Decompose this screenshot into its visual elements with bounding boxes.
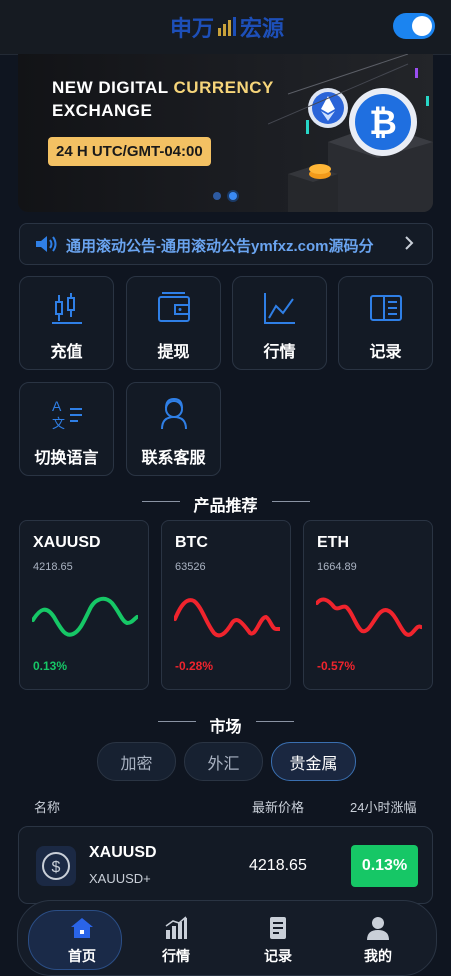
- products-section-title: 产品推荐: [193, 498, 258, 515]
- product-symbol: BTC: [175, 534, 208, 551]
- row-subsymbol: XAUUSD+: [89, 871, 151, 886]
- product-change: 0.13%: [33, 659, 68, 673]
- action-deposit[interactable]: 充值: [19, 276, 114, 370]
- banner-title-highlight: CURRENCY: [173, 78, 274, 97]
- home-icon: [71, 918, 93, 938]
- divider-line: [256, 721, 294, 722]
- product-price: 1664.89: [317, 561, 357, 573]
- market-row-xauusd[interactable]: $ XAUUSD XAUUSD+ 4218.65 0.13%: [18, 826, 433, 904]
- divider-line: [272, 501, 310, 502]
- tab-label: 记录: [264, 948, 292, 964]
- action-customer-service[interactable]: 联系客服: [126, 382, 221, 476]
- action-label: 记录: [369, 344, 402, 361]
- theme-toggle[interactable]: [393, 13, 435, 39]
- svg-text:A: A: [52, 398, 62, 414]
- market-tab-forex[interactable]: 外汇: [184, 742, 263, 781]
- chevron-right-icon: [405, 236, 414, 250]
- record-book-icon: [370, 295, 402, 321]
- row-price: 4218.65: [249, 857, 307, 874]
- product-sparkline: [174, 598, 280, 638]
- speaker-icon: [36, 236, 57, 252]
- document-icon: [270, 917, 286, 939]
- banner-title-line2: EXCHANGE: [52, 101, 153, 120]
- banner-timezone-badge: 24 H UTC/GMT-04:00: [48, 137, 211, 166]
- product-card-eth[interactable]: ETH 1664.89 -0.57%: [303, 520, 433, 690]
- action-withdraw[interactable]: 提现: [126, 276, 221, 370]
- product-card-xauusd[interactable]: XAUUSD 4218.65 0.13%: [19, 520, 149, 690]
- dollar-coin-icon: $: [36, 846, 76, 886]
- tab-label: 我的: [364, 948, 392, 964]
- announcement-bar[interactable]: 通用滚动公告-通用滚动公告ymfxz.com源码分: [19, 223, 433, 265]
- product-price: 4218.65: [33, 561, 73, 573]
- tab-market[interactable]: 行情: [130, 901, 222, 971]
- column-header-change: 24小时涨幅: [350, 800, 417, 815]
- product-symbol: ETH: [317, 534, 349, 551]
- action-switch-language[interactable]: A 文 切换语言: [19, 382, 114, 476]
- action-records[interactable]: 记录: [338, 276, 433, 370]
- svg-text:文: 文: [52, 417, 65, 431]
- row-symbol: XAUUSD: [89, 844, 157, 861]
- market-tab-precious-metals[interactable]: 贵金属: [271, 742, 356, 781]
- tab-home[interactable]: 首页: [28, 901, 128, 971]
- tab-label: 行情: [162, 948, 190, 964]
- action-label: 充值: [50, 344, 83, 361]
- market-section-title: 市场: [209, 719, 242, 736]
- promo-banner[interactable]: ₿ NEW DIGITAL CURRENCY EXCHANGE 24 H UTC/…: [18, 54, 433, 212]
- wallet-icon: [158, 292, 190, 322]
- carousel-dots: [213, 192, 237, 200]
- user-icon: [367, 917, 389, 940]
- product-card-btc[interactable]: BTC 63526 -0.28%: [161, 520, 291, 690]
- product-sparkline: [32, 596, 138, 637]
- customer-service-icon: [161, 397, 187, 430]
- bar-chart-icon: [165, 916, 187, 939]
- carousel-dot-active[interactable]: [229, 192, 237, 200]
- action-label: 提现: [157, 344, 190, 361]
- brand-logo: 申万 宏源: [170, 12, 284, 42]
- product-symbol: XAUUSD: [33, 534, 101, 551]
- logo-text-left: 申万: [170, 16, 215, 41]
- announcement-text: 通用滚动公告-通用滚动公告ymfxz.com源码分: [66, 238, 374, 255]
- tab-profile[interactable]: 我的: [332, 901, 424, 971]
- banner-title: NEW DIGITAL CURRENCY EXCHANGE: [52, 76, 274, 122]
- banner-title-white: NEW DIGITAL: [52, 78, 174, 97]
- column-header-name: 名称: [34, 800, 61, 815]
- row-change-badge: 0.13%: [351, 845, 418, 887]
- bottom-tab-bar: 首页 行情 记录 我的: [17, 900, 437, 976]
- market-tab-crypto[interactable]: 加密: [97, 742, 176, 781]
- product-sparkline: [316, 597, 422, 637]
- candlestick-icon: [52, 293, 82, 324]
- toggle-knob: [412, 16, 432, 36]
- product-change: -0.57%: [317, 659, 356, 673]
- action-label: 行情: [263, 344, 296, 361]
- logo-text-right: 宏源: [240, 16, 285, 41]
- product-price: 63526: [175, 561, 206, 573]
- svg-text:₿: ₿: [369, 104, 397, 142]
- svg-text:$: $: [52, 859, 61, 876]
- carousel-dot[interactable]: [213, 192, 221, 200]
- app-header: 申万 宏源: [0, 0, 451, 55]
- translate-icon: A 文: [52, 398, 82, 431]
- tab-label: 首页: [68, 948, 96, 964]
- action-market[interactable]: 行情: [232, 276, 327, 370]
- product-change: -0.28%: [175, 659, 214, 673]
- action-label: 切换语言: [34, 450, 99, 467]
- logo-mark-icon: [218, 17, 237, 36]
- line-chart-icon: [264, 293, 295, 324]
- tab-records[interactable]: 记录: [232, 901, 324, 971]
- column-header-price: 最新价格: [252, 800, 305, 815]
- action-label: 联系客服: [141, 450, 206, 467]
- banner-illustration: ₿: [268, 54, 433, 212]
